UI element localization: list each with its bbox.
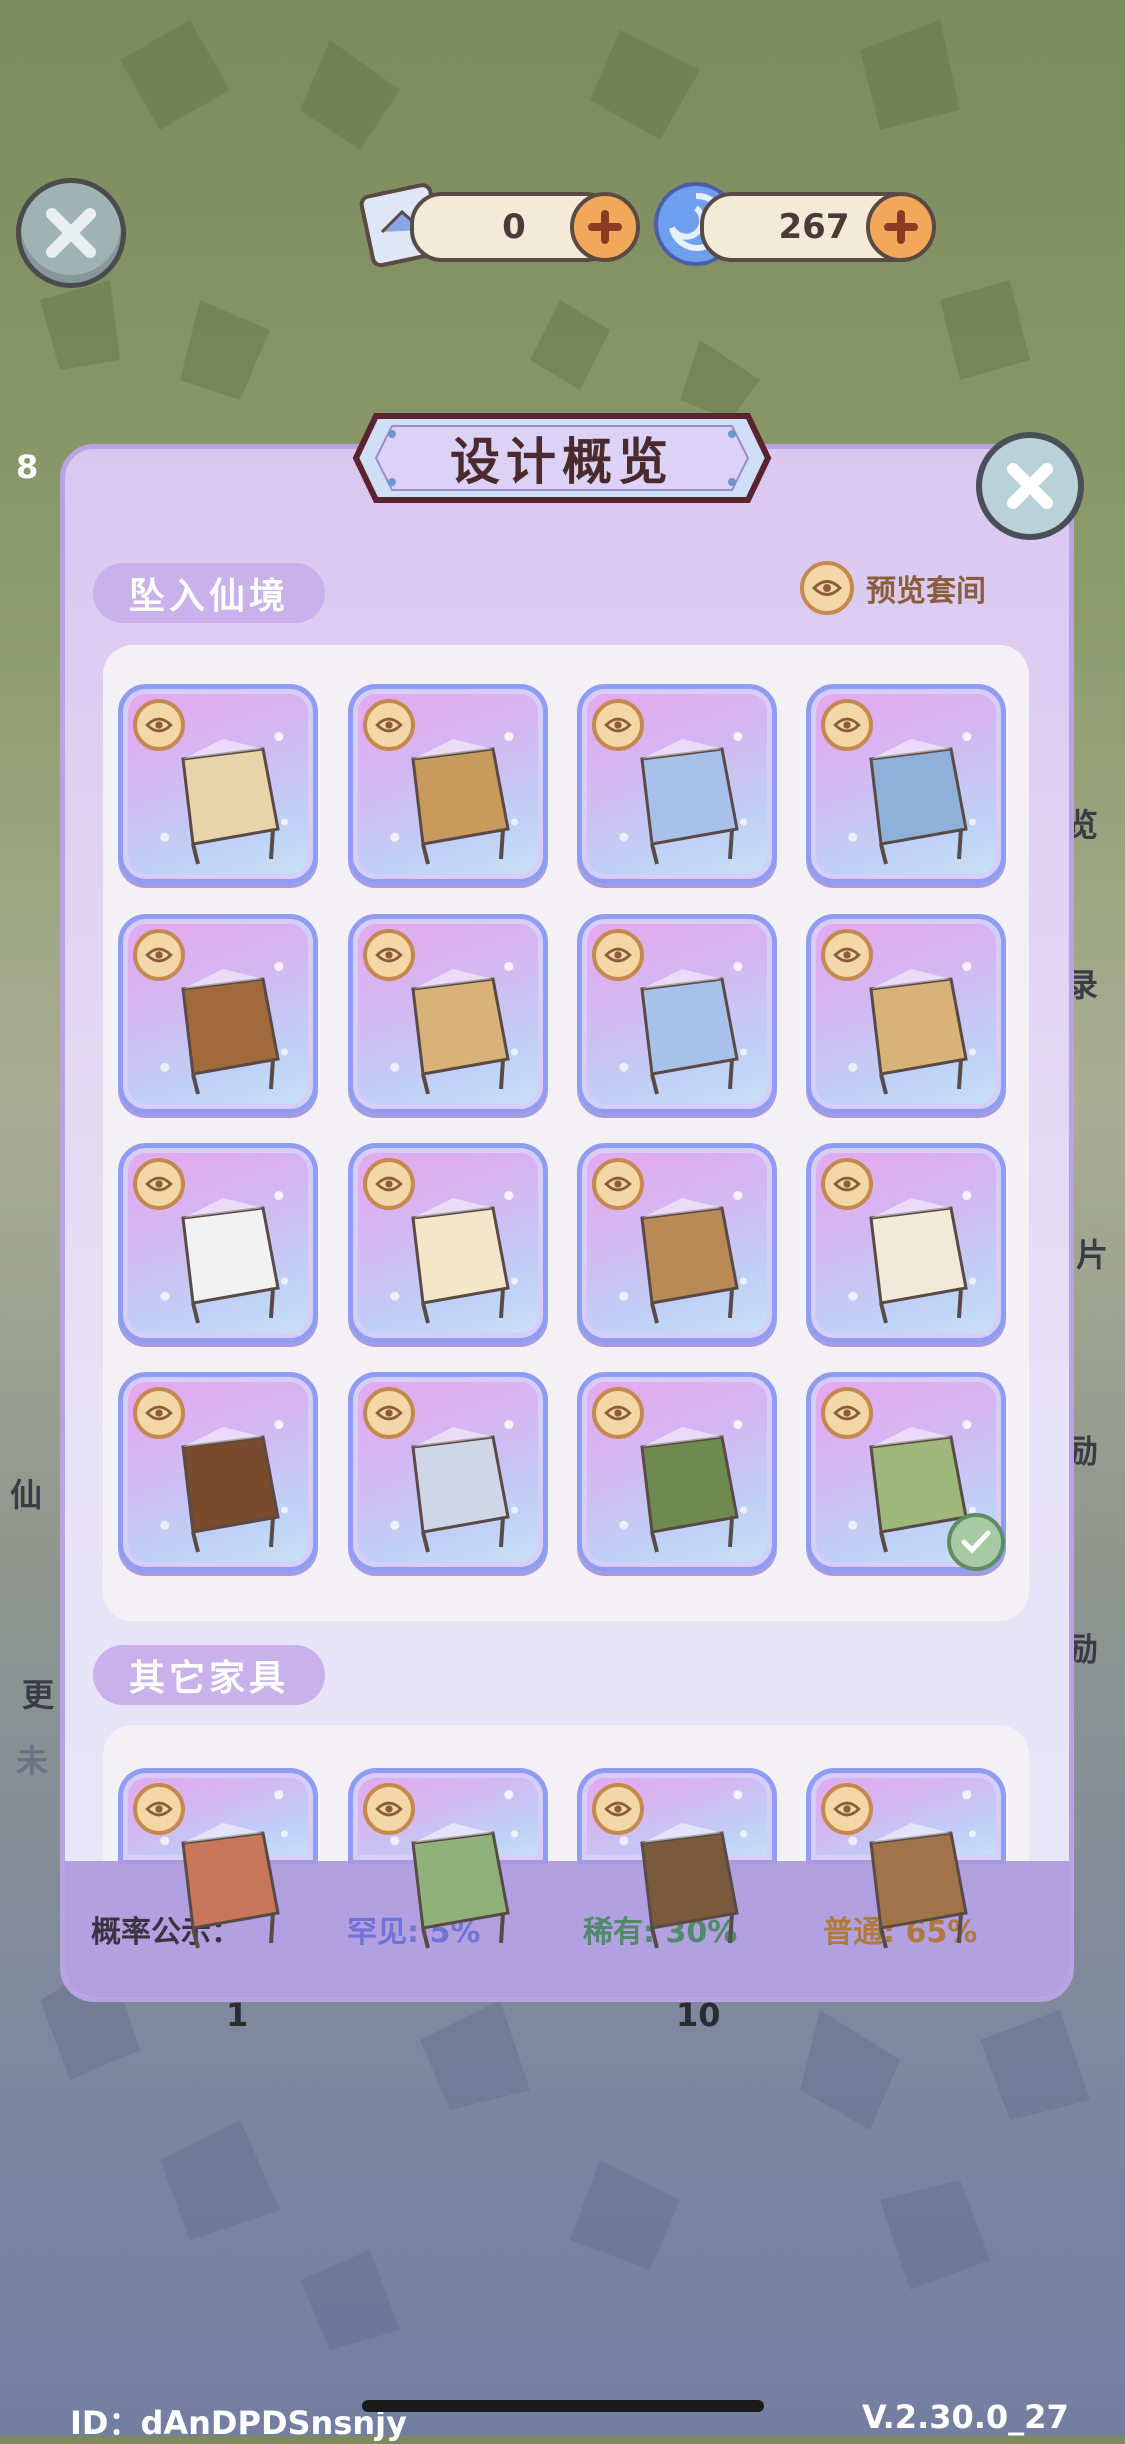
user-id: ID：dAnDPDSnsnjy bbox=[70, 2404, 407, 2442]
bg-label-8: 8 bbox=[16, 448, 39, 486]
add-gem-button[interactable] bbox=[866, 192, 936, 262]
hanging-lamp-icon bbox=[640, 1823, 739, 1949]
close-icon bbox=[1007, 463, 1053, 509]
wooden-sofa-icon bbox=[869, 1823, 968, 1949]
bg-label-not: 未 bbox=[16, 1742, 49, 1780]
furniture-item-hanging-lamp-icon[interactable] bbox=[577, 1768, 777, 1949]
add-ticket-button[interactable] bbox=[570, 192, 640, 262]
tall-cabinet-icon bbox=[869, 969, 968, 1095]
blue-chair-icon bbox=[640, 969, 739, 1095]
home-indicator bbox=[362, 2400, 764, 2412]
canopy-bed-icon bbox=[411, 739, 510, 865]
rose-wreath-icon bbox=[181, 1823, 280, 1949]
preview-set-button[interactable]: 预览套间 bbox=[800, 558, 986, 618]
section-title-text: 其它家具 bbox=[129, 1658, 290, 1699]
ticket-count: 0 bbox=[502, 207, 526, 247]
plus-icon bbox=[588, 210, 622, 244]
furniture-item-canopy-bed-icon[interactable] bbox=[348, 684, 548, 884]
furniture-item-blue-chair-icon[interactable] bbox=[577, 914, 777, 1114]
wooden-bed-icon bbox=[411, 969, 510, 1095]
lace-rug-icon bbox=[181, 1198, 280, 1324]
eye-icon bbox=[800, 561, 854, 615]
curtain-icon bbox=[411, 1427, 510, 1553]
furniture-item-teacup-icon[interactable] bbox=[348, 1143, 548, 1343]
furniture-item-folding-chair-icon[interactable] bbox=[118, 684, 318, 884]
furniture-item-flower-arch-icon[interactable] bbox=[348, 1768, 548, 1949]
folding-chair-icon bbox=[181, 739, 280, 865]
furniture-item-wooden-sofa-icon[interactable] bbox=[806, 1768, 1006, 1949]
close-modal-button[interactable] bbox=[976, 432, 1084, 540]
version-label: V.2.30.0_27 bbox=[862, 2398, 1069, 2436]
owned-check-icon bbox=[947, 1513, 1005, 1571]
section-title-text: 坠入仙境 bbox=[129, 576, 290, 617]
flower-window-icon bbox=[640, 1427, 739, 1553]
teacup-icon bbox=[411, 1198, 510, 1324]
gem-count: 267 bbox=[778, 207, 850, 247]
oven-cabinet-icon bbox=[181, 969, 280, 1095]
knight-statue-icon bbox=[869, 739, 968, 865]
tea-set-icon bbox=[640, 1198, 739, 1324]
furniture-item-tea-set-icon[interactable] bbox=[577, 1143, 777, 1343]
bg-label-fairy: 仙 bbox=[10, 1476, 43, 1514]
plus-icon bbox=[884, 210, 918, 244]
furniture-item-flower-window-icon[interactable] bbox=[577, 1372, 777, 1572]
furniture-item-ivy-wall-icon[interactable] bbox=[806, 1372, 1006, 1572]
rabbit-statue-icon bbox=[869, 1198, 968, 1324]
furniture-item-tall-cabinet-icon[interactable] bbox=[806, 914, 1006, 1114]
furniture-item-wooden-bed-icon[interactable] bbox=[348, 914, 548, 1114]
section-title-other: 其它家具 bbox=[93, 1645, 326, 1705]
furniture-item-knight-statue-icon[interactable] bbox=[806, 684, 1006, 884]
preview-set-label: 预览套间 bbox=[866, 574, 986, 609]
back-button[interactable] bbox=[16, 178, 126, 288]
furniture-item-long-table-icon[interactable] bbox=[577, 684, 777, 884]
bg-label-more: 更 bbox=[22, 1676, 55, 1714]
flower-arch-icon bbox=[411, 1823, 510, 1949]
close-icon bbox=[46, 208, 96, 258]
long-table-icon bbox=[640, 739, 739, 865]
bg-label-piece: 片 bbox=[1076, 1236, 1109, 1274]
modal-title: 设计概览 bbox=[450, 433, 674, 491]
hanging-clock-icon bbox=[181, 1427, 280, 1553]
furniture-item-hanging-clock-icon[interactable] bbox=[118, 1372, 318, 1572]
furniture-item-oven-cabinet-icon[interactable] bbox=[118, 914, 318, 1114]
section-title-wonderland: 坠入仙境 bbox=[93, 563, 326, 623]
furniture-item-rose-wreath-icon[interactable] bbox=[118, 1768, 318, 1949]
furniture-item-lace-rug-icon[interactable] bbox=[118, 1143, 318, 1343]
furniture-item-rabbit-statue-icon[interactable] bbox=[806, 1143, 1006, 1343]
furniture-item-curtain-icon[interactable] bbox=[348, 1372, 548, 1572]
